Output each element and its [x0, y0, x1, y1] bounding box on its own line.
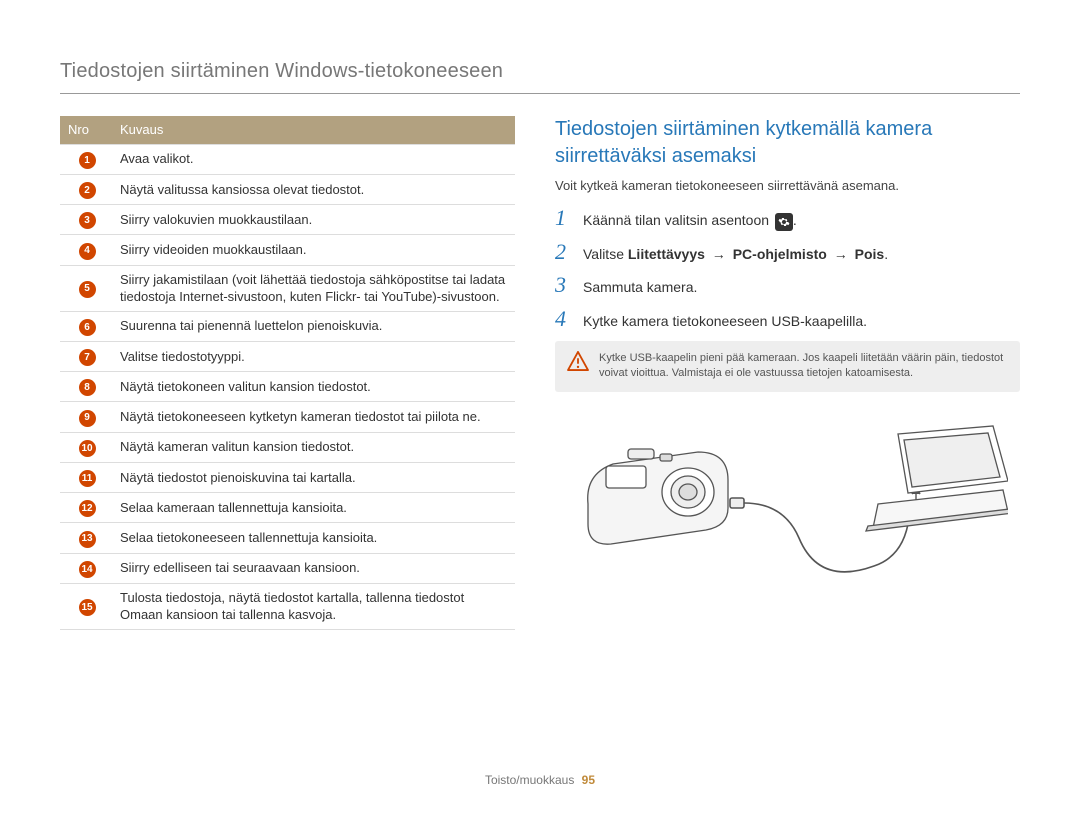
row-description: Avaa valikot. [112, 144, 515, 174]
camera-laptop-illustration [568, 414, 1008, 584]
row-number-cell: 4 [60, 235, 112, 265]
row-number-badge: 14 [79, 561, 96, 578]
description-table: Nro Kuvaus 1 Avaa valikot. 2 Näytä valituss… [60, 116, 515, 630]
content-column: Tiedostojen siirtäminen kytkemällä kamer… [555, 116, 1020, 630]
row-number-badge: 8 [79, 379, 96, 396]
row-number-cell: 15 [60, 583, 112, 629]
step-number: 1 [555, 207, 573, 229]
row-number-cell: 1 [60, 144, 112, 174]
step-number: 4 [555, 308, 573, 330]
row-number-badge: 6 [79, 319, 96, 336]
step-text: Käännä tilan valitsin asentoon . [583, 210, 1020, 231]
row-description: Tulosta tiedostoja, näytä tiedostot kart… [112, 583, 515, 629]
row-description: Näytä tietokoneen valitun kansion tiedos… [112, 372, 515, 402]
row-number-cell: 14 [60, 553, 112, 583]
row-description: Näytä tietokoneeseen kytketyn kameran ti… [112, 402, 515, 432]
row-description: Siirry videoiden muokkaustilaan. [112, 235, 515, 265]
row-description: Suurenna tai pienennä luettelon pienoisk… [112, 311, 515, 341]
table-row: 6 Suurenna tai pienennä luettelon pienois… [60, 311, 515, 341]
row-number-cell: 12 [60, 493, 112, 523]
row-number-badge: 10 [79, 440, 96, 457]
step-text: Kytke kamera tietokoneeseen USB-kaapelil… [583, 311, 1020, 331]
warning-box: Kytke USB-kaapelin pieni pää kameraan. J… [555, 341, 1020, 392]
illustration [555, 414, 1020, 584]
warning-icon [567, 351, 589, 382]
table-row: 5 Siirry jakamistilaan (voit lähettää tie… [60, 265, 515, 311]
row-description: Näytä tiedostot pienoiskuvina tai kartal… [112, 462, 515, 492]
row-number-cell: 7 [60, 341, 112, 371]
table-row: 14 Siirry edelliseen tai seuraavaan kansi… [60, 553, 515, 583]
table-row: 12 Selaa kameraan tallennettuja kansioita… [60, 493, 515, 523]
row-description: Selaa kameraan tallennettuja kansioita. [112, 493, 515, 523]
page-header: Tiedostojen siirtäminen Windows-tietokon… [60, 60, 1020, 94]
step-text: Valitse Liitettävyys → PC-ohjelmisto → P… [583, 244, 1020, 264]
row-description: Selaa tietokoneeseen tallennettuja kansi… [112, 523, 515, 553]
table-row: 7 Valitse tiedostotyyppi. [60, 341, 515, 371]
row-number-cell: 10 [60, 432, 112, 462]
row-number-badge: 4 [79, 243, 96, 260]
step-number: 2 [555, 241, 573, 263]
row-number-badge: 3 [79, 212, 96, 229]
row-number-cell: 13 [60, 523, 112, 553]
row-description: Valitse tiedostotyyppi. [112, 341, 515, 371]
row-number-badge: 1 [79, 152, 96, 169]
step-item: 2 Valitse Liitettävyys → PC-ohjelmisto → … [555, 241, 1020, 264]
gear-icon [775, 213, 793, 231]
table-row: 2 Näytä valitussa kansiossa olevat tiedos… [60, 174, 515, 204]
row-number-badge: 2 [79, 182, 96, 199]
row-number-badge: 9 [79, 410, 96, 427]
step-item: 4 Kytke kamera tietokoneeseen USB-kaapeli… [555, 308, 1020, 331]
row-number-cell: 9 [60, 402, 112, 432]
row-description: Näytä valitussa kansiossa olevat tiedost… [112, 174, 515, 204]
row-number-cell: 3 [60, 205, 112, 235]
step-item: 1 Käännä tilan valitsin asentoon . [555, 207, 1020, 231]
row-description: Siirry edelliseen tai seuraavaan kansioo… [112, 553, 515, 583]
row-number-badge: 11 [79, 470, 96, 487]
page-footer: Toisto/muokkaus 95 [0, 773, 1080, 787]
th-kuvaus: Kuvaus [112, 116, 515, 144]
row-number-badge: 12 [79, 500, 96, 517]
th-nro: Nro [60, 116, 112, 144]
row-number-cell: 2 [60, 174, 112, 204]
step-list: 1 Käännä tilan valitsin asentoon . 2 Valits… [555, 207, 1020, 331]
row-number-cell: 6 [60, 311, 112, 341]
row-description: Siirry valokuvien muokkaustilaan. [112, 205, 515, 235]
table-row: 3 Siirry valokuvien muokkaustilaan. [60, 205, 515, 235]
table-row: 11 Näytä tiedostot pienoiskuvina tai kart… [60, 462, 515, 492]
step-text: Sammuta kamera. [583, 277, 1020, 297]
table-row: 8 Näytä tietokoneen valitun kansion tiedo… [60, 372, 515, 402]
row-number-cell: 11 [60, 462, 112, 492]
row-number-badge: 15 [79, 599, 96, 616]
table-row: 4 Siirry videoiden muokkaustilaan. [60, 235, 515, 265]
row-description: Siirry jakamistilaan (voit lähettää tied… [112, 265, 515, 311]
table-row: 9 Näytä tietokoneeseen kytketyn kameran t… [60, 402, 515, 432]
table-row: 1 Avaa valikot. [60, 144, 515, 174]
row-number-badge: 7 [79, 349, 96, 366]
row-number-cell: 5 [60, 265, 112, 311]
table-row: 15 Tulosta tiedostoja, näytä tiedostot ka… [60, 583, 515, 629]
table-column: Nro Kuvaus 1 Avaa valikot. 2 Näytä valituss… [60, 116, 515, 630]
section-title: Tiedostojen siirtäminen kytkemällä kamer… [555, 116, 1020, 170]
footer-label: Toisto/muokkaus [485, 773, 574, 787]
row-number-badge: 5 [79, 281, 96, 298]
step-number: 3 [555, 274, 573, 296]
section-intro: Voit kytkeä kameran tietokoneeseen siirr… [555, 178, 1020, 193]
table-row: 13 Selaa tietokoneeseen tallennettuja kan… [60, 523, 515, 553]
step-item: 3 Sammuta kamera. [555, 274, 1020, 297]
row-description: Näytä kameran valitun kansion tiedostot. [112, 432, 515, 462]
table-row: 10 Näytä kameran valitun kansion tiedosto… [60, 432, 515, 462]
warning-text: Kytke USB-kaapelin pieni pää kameraan. J… [599, 351, 1008, 382]
footer-page: 95 [582, 773, 595, 787]
row-number-badge: 13 [79, 531, 96, 548]
row-number-cell: 8 [60, 372, 112, 402]
